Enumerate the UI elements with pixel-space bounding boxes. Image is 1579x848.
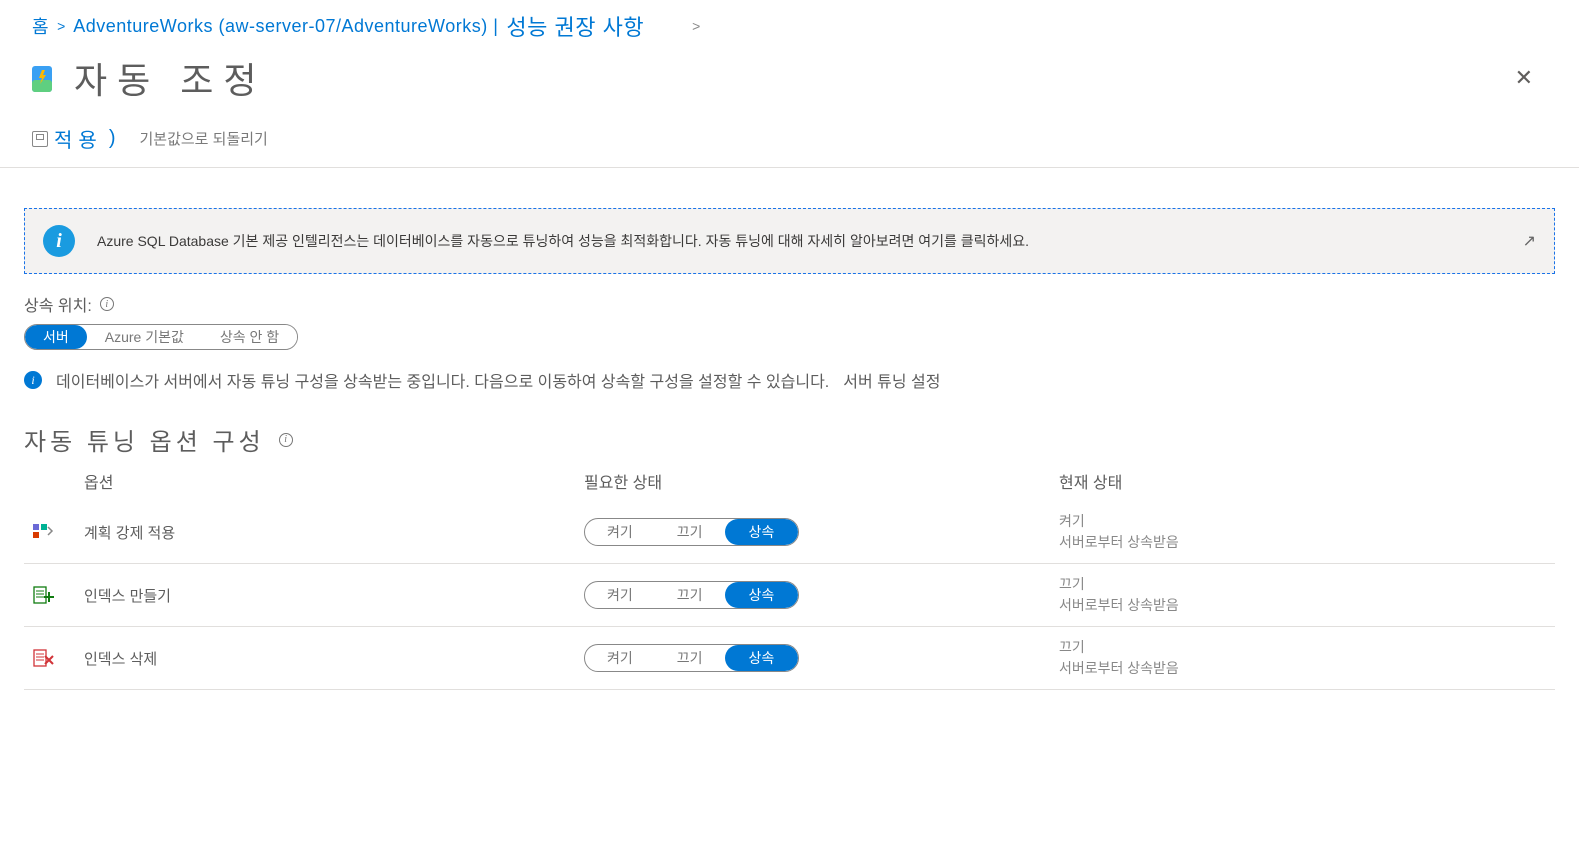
desired-state-toggle[interactable]: 켜기 끄기 상속 [584,644,799,672]
col-desired-state: 필요한 상태 [584,469,1059,493]
inherit-option-none[interactable]: 상속 안 함 [202,325,297,349]
inherit-option-server[interactable]: 서버 [25,325,87,349]
col-option: 옵션 [84,469,584,493]
inherit-option-azure-default[interactable]: Azure 기본값 [87,325,202,349]
drop-index-icon [32,647,54,669]
table-header: 옵션 필요한 상태 현재 상태 [24,463,1555,501]
apply-button[interactable]: 적용 ) [28,122,125,155]
option-name: 계획 강제 적용 [84,522,584,543]
current-state-cell: 끄기 서버로부터 상속받음 [1059,574,1555,616]
server-tuning-settings-link[interactable]: 서버 튜닝 설정 [843,368,940,392]
crumb-performance[interactable]: 성능 권장 사항 [506,10,644,42]
toggle-inherit[interactable]: 상속 [725,519,799,545]
toggle-on[interactable]: 켜기 [585,645,655,671]
banner-text: Azure SQL Database 기본 제공 인텔리전스는 데이터베이스를 … [97,231,1523,251]
apply-paren: ) [109,127,122,150]
option-name: 인덱스 삭제 [84,648,584,669]
current-state-value: 끄기 [1059,574,1555,595]
force-plan-icon [32,521,54,543]
current-state-value: 켜기 [1059,511,1555,532]
crumb-resource[interactable]: AdventureWorks (aw-server-07/AdventureWo… [73,16,498,37]
current-state-source: 서버로부터 상속받음 [1059,532,1555,553]
inherit-note: i 데이터베이스가 서버에서 자동 튜닝 구성을 상속받는 중입니다. 다음으로… [24,368,1555,392]
info-icon[interactable]: i [279,433,293,447]
reset-defaults-button[interactable]: 기본값으로 되돌리기 [135,126,271,151]
info-banner[interactable]: i Azure SQL Database 기본 제공 인텔리전스는 데이터베이스… [24,208,1555,274]
automatic-tuning-icon [26,62,58,94]
save-icon [32,131,48,147]
col-current-state: 현재 상태 [1059,469,1555,493]
toggle-off[interactable]: 끄기 [655,582,725,608]
option-name: 인덱스 만들기 [84,585,584,606]
toggle-inherit[interactable]: 상속 [725,582,799,608]
page-title: 자동 조정 [74,52,266,104]
desired-state-toggle[interactable]: 켜기 끄기 상속 [584,581,799,609]
current-state-source: 서버로부터 상속받음 [1059,595,1555,616]
crumb-home[interactable]: 홈 [32,13,49,39]
current-state-cell: 끄기 서버로부터 상속받음 [1059,637,1555,679]
inherit-from-toggle[interactable]: 서버 Azure 기본값 상속 안 함 [24,324,298,350]
info-icon: i [43,225,75,257]
info-icon: i [24,371,42,389]
breadcrumb: 홈 > AdventureWorks (aw-server-07/Adventu… [0,0,1579,48]
toggle-on[interactable]: 켜기 [585,519,655,545]
close-button[interactable]: ✕ [1509,59,1539,97]
inherit-from-label: 상속 위치: [24,292,92,316]
create-index-icon [32,584,54,606]
inherit-from-label-row: 상속 위치: i [24,292,1555,316]
toggle-off[interactable]: 끄기 [655,519,725,545]
external-link-icon[interactable]: ↗ [1523,231,1536,251]
toggle-on[interactable]: 켜기 [585,582,655,608]
info-icon[interactable]: i [100,297,114,311]
toggle-off[interactable]: 끄기 [655,645,725,671]
inherit-note-text: 데이터베이스가 서버에서 자동 튜닝 구성을 상속받는 중입니다. 다음으로 이… [56,368,829,392]
table-row: 인덱스 삭제 켜기 끄기 상속 끄기 서버로부터 상속받음 [24,627,1555,690]
section-heading-row: 자동 튜닝 옵션 구성 i [24,422,1555,457]
chevron-right-icon: > [57,18,65,34]
title-row: 자동 조정 ✕ [0,48,1579,112]
current-state-source: 서버로부터 상속받음 [1059,658,1555,679]
apply-label: 적용 [54,124,103,153]
toolbar: 적용 ) 기본값으로 되돌리기 [0,112,1579,168]
section-heading: 자동 튜닝 옵션 구성 [24,422,265,457]
toggle-inherit[interactable]: 상속 [725,645,799,671]
tuning-options-table: 옵션 필요한 상태 현재 상태 계획 강제 적용 켜기 끄기 상속 [24,463,1555,690]
table-row: 계획 강제 적용 켜기 끄기 상속 켜기 서버로부터 상속받음 [24,501,1555,564]
desired-state-toggle[interactable]: 켜기 끄기 상속 [584,518,799,546]
table-row: 인덱스 만들기 켜기 끄기 상속 끄기 서버로부터 상속받음 [24,564,1555,627]
current-state-value: 끄기 [1059,637,1555,658]
current-state-cell: 켜기 서버로부터 상속받음 [1059,511,1555,553]
chevron-right-icon: > [692,18,700,34]
